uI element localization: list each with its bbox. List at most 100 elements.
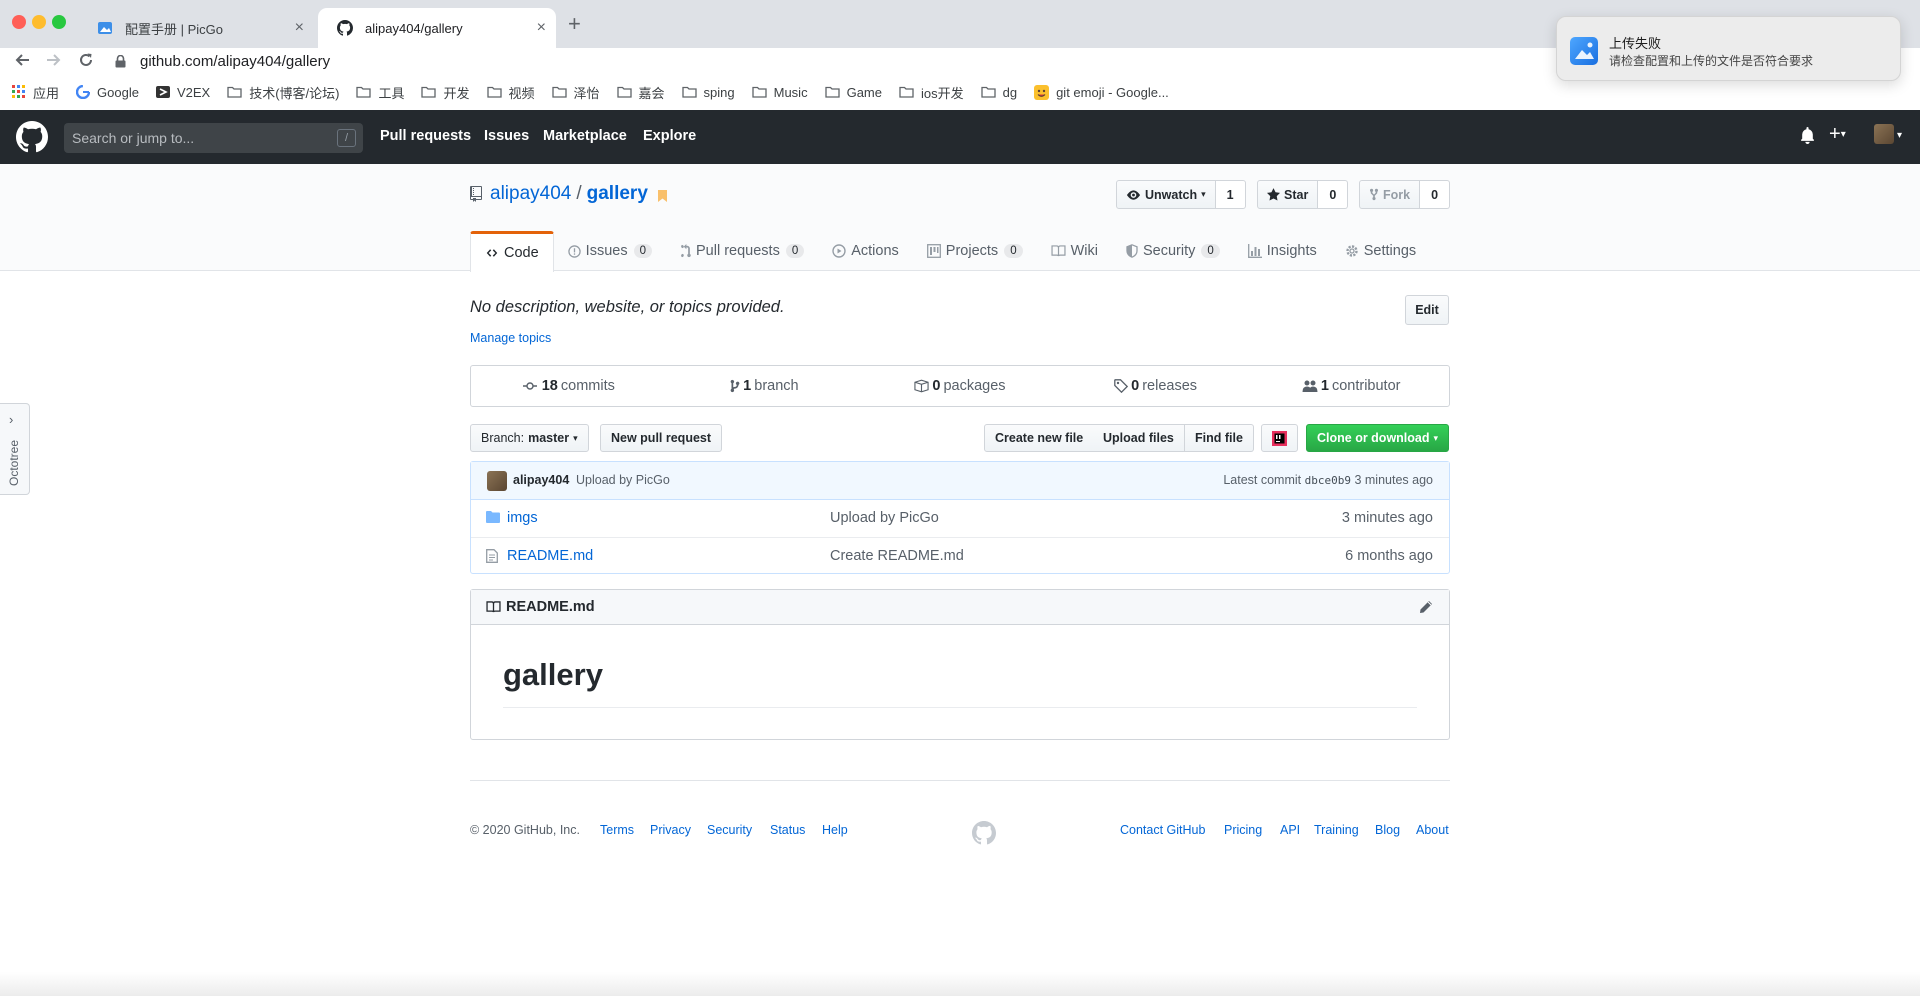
bookmark-folder[interactable]: Game — [824, 85, 882, 100]
bookmark-folder[interactable]: 视频 — [486, 83, 535, 102]
bookmark-v2ex[interactable]: V2EX — [155, 85, 210, 100]
new-tab-button[interactable]: + — [568, 12, 581, 36]
branches-link[interactable]: 1 branch — [667, 366, 863, 406]
commits-label: commits — [560, 378, 615, 394]
footer-link-contact[interactable]: Contact GitHub — [1120, 823, 1205, 837]
nav-explore[interactable]: Explore — [643, 128, 696, 144]
file-name-link[interactable]: README.md — [507, 548, 593, 564]
footer-link-privacy[interactable]: Privacy — [650, 823, 691, 837]
file-commit-message[interactable]: Create README.md — [830, 548, 964, 564]
file-commit-message[interactable]: Upload by PicGo — [830, 510, 939, 526]
caret-down-icon: ▾ — [1433, 432, 1439, 443]
forward-button[interactable] — [41, 49, 67, 71]
tab-wiki[interactable]: Wiki — [1037, 231, 1112, 271]
footer-link-training[interactable]: Training — [1314, 823, 1359, 837]
nav-pull-requests[interactable]: Pull requests — [380, 128, 471, 144]
close-tab-icon[interactable]: × — [295, 19, 304, 37]
releases-link[interactable]: 0 releases — [1058, 366, 1254, 406]
tab-security[interactable]: Security 0 — [1112, 231, 1234, 271]
tab-code[interactable]: Code — [470, 231, 554, 272]
footer-link-help[interactable]: Help — [822, 823, 848, 837]
contributors-link[interactable]: 1 contributor — [1253, 366, 1449, 406]
pull-request-icon — [680, 244, 691, 258]
folder-icon — [616, 86, 632, 98]
bookmark-folder[interactable]: dg — [980, 84, 1018, 100]
commit-author-link[interactable]: alipay404 — [513, 473, 569, 487]
manage-topics-link[interactable]: Manage topics — [470, 331, 551, 345]
bookmark-label: dg — [1002, 84, 1018, 100]
picgo-icon — [1570, 37, 1598, 65]
bookmark-git-emoji[interactable]: git emoji - Google... — [1034, 84, 1169, 100]
tab-projects[interactable]: Projects 0 — [913, 231, 1037, 271]
tab-actions[interactable]: Actions — [818, 231, 913, 271]
clone-or-download-button[interactable]: Clone or download ▾ — [1306, 424, 1450, 452]
back-button[interactable] — [9, 49, 35, 71]
bookmark-folder[interactable]: Music — [751, 85, 808, 100]
pencil-icon[interactable] — [1419, 600, 1433, 617]
bell-icon[interactable] — [1800, 127, 1815, 149]
bookmark-folder[interactable]: 工具 — [356, 83, 404, 102]
bookmark-folder[interactable]: 技术(博客/论坛) — [227, 83, 339, 102]
upload-files-button[interactable]: Upload files — [1093, 424, 1185, 452]
star-button[interactable]: Star — [1257, 180, 1319, 209]
file-name-link[interactable]: imgs — [507, 510, 538, 526]
close-tab-icon[interactable]: × — [537, 19, 546, 37]
edit-description-button[interactable]: Edit — [1405, 295, 1449, 325]
bookmark-folder[interactable]: sping — [681, 85, 735, 100]
bookmark-folder[interactable]: 开发 — [421, 83, 470, 102]
packages-link[interactable]: 0 packages — [862, 366, 1058, 406]
nav-marketplace[interactable]: Marketplace — [543, 128, 627, 144]
address-bar[interactable]: github.com/alipay404/gallery — [110, 47, 1550, 75]
octotree-toggle[interactable]: › Octotree — [0, 403, 30, 495]
close-window-button[interactable] — [12, 15, 26, 29]
commits-link[interactable]: 18 commits — [471, 366, 667, 406]
browser-tab-github[interactable]: alipay404/gallery × — [318, 8, 556, 48]
tab-insights[interactable]: Insights — [1234, 231, 1331, 271]
stargazers-count[interactable]: 0 — [1318, 180, 1349, 209]
unwatch-button[interactable]: Unwatch ▾ — [1116, 180, 1216, 209]
create-new-icon[interactable]: +▾ — [1829, 123, 1846, 146]
fork-button[interactable]: Fork — [1359, 180, 1421, 209]
footer-link-about[interactable]: About — [1416, 823, 1449, 837]
tab-pull-requests[interactable]: Pull requests 0 — [666, 231, 818, 271]
maximize-window-button[interactable] — [52, 15, 66, 29]
github-mark-icon[interactable] — [972, 821, 996, 848]
bookmark-apps[interactable]: 应用 — [12, 83, 59, 102]
footer-link-status[interactable]: Status — [770, 823, 805, 837]
project-icon — [926, 244, 941, 258]
github-logo-icon[interactable] — [16, 121, 48, 156]
watchers-count[interactable]: 1 — [1215, 180, 1246, 209]
watch-group: Unwatch ▾ 1 — [1116, 180, 1246, 209]
upload-failed-notification[interactable]: 上传失败 请检查配置和上传的文件是否符合要求 — [1556, 16, 1901, 81]
forks-count[interactable]: 0 — [1420, 180, 1451, 209]
repo-name-link[interactable]: gallery — [587, 183, 648, 205]
bookmark-google[interactable]: Google — [76, 85, 139, 100]
minimize-window-button[interactable] — [32, 15, 46, 29]
bookmark-folder[interactable]: 泽怡 — [551, 83, 600, 102]
avatar-menu[interactable]: ▾ — [1874, 124, 1902, 144]
bookmark-folder[interactable]: ios开发 — [899, 83, 964, 102]
footer-link-blog[interactable]: Blog — [1375, 823, 1400, 837]
footer-link-pricing[interactable]: Pricing — [1224, 823, 1262, 837]
bookmark-folder[interactable]: 嘉会 — [616, 83, 665, 102]
footer-divider — [470, 780, 1450, 781]
commit-sha-link[interactable]: dbce0b9 — [1305, 474, 1351, 487]
open-in-ide-button[interactable] — [1261, 424, 1298, 452]
browser-tab-picgo[interactable]: 配置手册 | PicGo × — [78, 8, 314, 48]
github-header: Search or jump to... / Pull requests Iss… — [0, 110, 1920, 164]
branch-select[interactable]: Branch: master ▾ — [470, 424, 589, 452]
footer-link-security[interactable]: Security — [707, 823, 752, 837]
new-pull-request-button[interactable]: New pull request — [600, 424, 723, 452]
avatar[interactable] — [487, 471, 507, 491]
reload-button[interactable] — [73, 49, 99, 71]
footer-link-api[interactable]: API — [1280, 823, 1300, 837]
find-file-button[interactable]: Find file — [1185, 424, 1254, 452]
footer-link-terms[interactable]: Terms — [600, 823, 634, 837]
nav-issues[interactable]: Issues — [484, 128, 529, 144]
repo-owner-link[interactable]: alipay404 — [490, 183, 571, 205]
commit-message-link[interactable]: Upload by PicGo — [576, 473, 670, 487]
search-input[interactable]: Search or jump to... / — [64, 123, 363, 153]
create-new-file-button[interactable]: Create new file — [984, 424, 1095, 452]
tab-issues[interactable]: Issues 0 — [554, 231, 666, 271]
tab-settings[interactable]: Settings — [1331, 231, 1430, 271]
